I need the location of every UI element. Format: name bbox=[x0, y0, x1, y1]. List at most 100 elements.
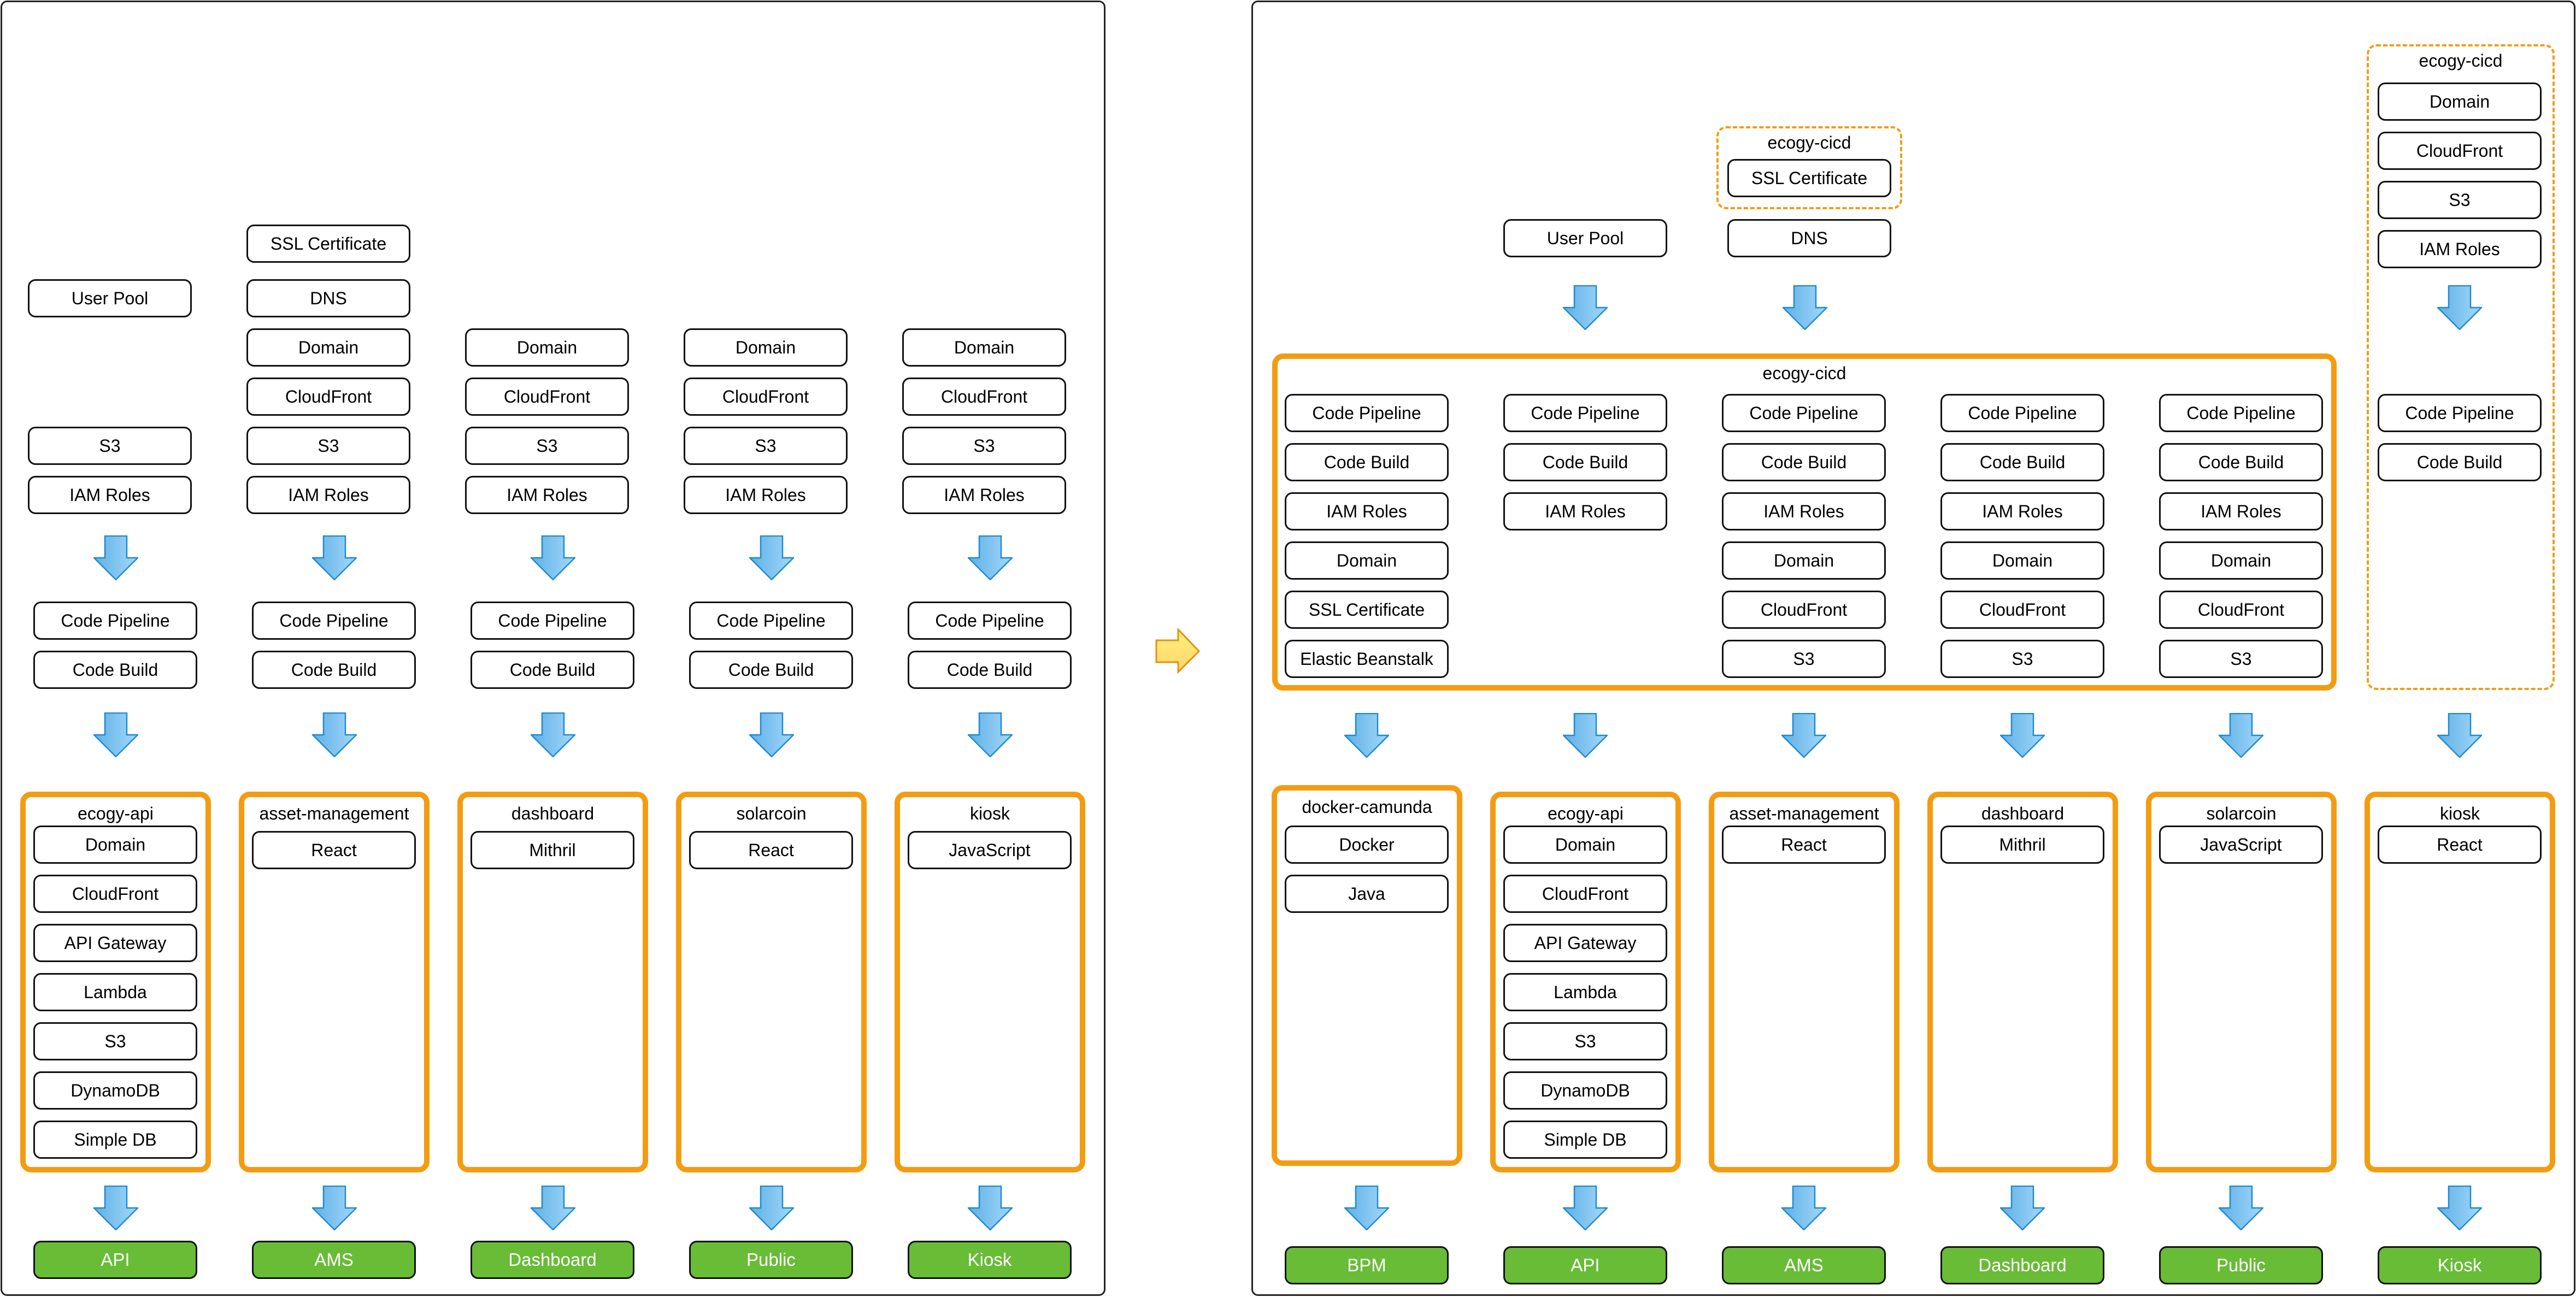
repo-title: solarcoin bbox=[2206, 804, 2277, 823]
down-arrow-icon bbox=[312, 712, 357, 757]
down-arrow-icon bbox=[93, 1186, 138, 1230]
before-user-pool-box: User Pool bbox=[28, 279, 192, 317]
down-arrow-icon bbox=[749, 535, 794, 580]
cicd-item-box: Domain bbox=[1940, 541, 2104, 580]
before-domain-box: Domain bbox=[465, 328, 629, 367]
cicd-item-box: Domain bbox=[2159, 541, 2323, 580]
repo-item-box: Lambda bbox=[1503, 973, 1667, 1011]
down-arrow-icon bbox=[93, 535, 138, 580]
before-domain-box: Domain bbox=[902, 328, 1066, 367]
before-cloudfront-box: CloudFront bbox=[902, 378, 1066, 416]
repo-item-box: React bbox=[252, 831, 416, 869]
before-code-build-box: Code Build bbox=[252, 651, 416, 689]
output-public: Public bbox=[2159, 1246, 2323, 1284]
after-s3-box: S3 bbox=[2378, 181, 2542, 219]
before-s3-box: S3 bbox=[465, 427, 629, 465]
before-cloudfront-box: CloudFront bbox=[684, 378, 848, 416]
down-arrow-icon bbox=[1563, 285, 1608, 330]
down-arrow-icon bbox=[749, 1186, 794, 1230]
down-arrow-icon bbox=[312, 1186, 357, 1230]
down-arrow-icon bbox=[2437, 1186, 2482, 1230]
before-iam-roles-box: IAM Roles bbox=[684, 476, 848, 514]
repo-item-box: CloudFront bbox=[1503, 875, 1667, 913]
repo-item-box: DynamoDB bbox=[33, 1071, 197, 1110]
before-domain-box: Domain bbox=[684, 328, 848, 367]
repo-item-box: DynamoDB bbox=[1503, 1071, 1667, 1110]
cicd-item-box: IAM Roles bbox=[1722, 492, 1886, 530]
output-api: API bbox=[1503, 1246, 1667, 1284]
down-arrow-icon bbox=[968, 1186, 1013, 1230]
repo-title: ecogy-api bbox=[78, 804, 154, 823]
cicd-item-box: Code Pipeline bbox=[1722, 394, 1886, 432]
down-arrow-icon bbox=[93, 712, 138, 757]
cicd-item-box: CloudFront bbox=[2159, 591, 2323, 629]
down-arrow-icon bbox=[1344, 713, 1389, 758]
output-kiosk: Kiosk bbox=[2378, 1246, 2542, 1284]
before-code-build-box: Code Build bbox=[33, 651, 197, 689]
cicd-item-box: IAM Roles bbox=[1503, 492, 1667, 530]
down-arrow-icon bbox=[2437, 285, 2482, 330]
repo-item-box: Domain bbox=[33, 826, 197, 864]
after-cloudfront-box: CloudFront bbox=[2378, 132, 2542, 170]
cicd-item-box: IAM Roles bbox=[1940, 492, 2104, 530]
down-arrow-icon bbox=[2437, 713, 2482, 758]
repo-title: asset-management bbox=[1729, 804, 1879, 823]
cicd-item-box: CloudFront bbox=[1722, 591, 1886, 629]
repo-item-box: CloudFront bbox=[33, 875, 197, 913]
down-arrow-icon bbox=[312, 535, 357, 580]
before-s3-box: S3 bbox=[28, 427, 192, 465]
repo-title: kiosk bbox=[2440, 804, 2480, 823]
repo-title: ecogy-api bbox=[1548, 804, 1624, 823]
cicd-item-box: S3 bbox=[2159, 640, 2323, 678]
output-bpm: BPM bbox=[1285, 1246, 1449, 1284]
output-api: API bbox=[33, 1241, 197, 1279]
repo-item-box: S3 bbox=[33, 1022, 197, 1060]
repo-item-box: Simple DB bbox=[33, 1121, 197, 1159]
cicd-item-box: Code Pipeline bbox=[2159, 394, 2323, 432]
repo-title: asset-management bbox=[259, 804, 409, 823]
cicd-item-box: SSL Certificate bbox=[1285, 591, 1449, 629]
cicd-item-box: Code Build bbox=[1722, 443, 1886, 481]
down-arrow-icon bbox=[2000, 1186, 2045, 1230]
cicd-item-box: Code Build bbox=[1940, 443, 2104, 481]
repo-item-box: JavaScript bbox=[2159, 826, 2323, 864]
before-code-pipeline-box: Code Pipeline bbox=[689, 602, 853, 640]
down-arrow-icon bbox=[968, 535, 1013, 580]
before-code-build-box: Code Build bbox=[689, 651, 853, 689]
repo-item-box: JavaScript bbox=[908, 831, 1072, 869]
down-arrow-icon bbox=[531, 1186, 575, 1230]
output-dashboard: Dashboard bbox=[1940, 1246, 2104, 1284]
after-user-pool-box: User Pool bbox=[1503, 219, 1667, 257]
before-code-pipeline-box: Code Pipeline bbox=[252, 602, 416, 640]
cicd-item-box: Elastic Beanstalk bbox=[1285, 640, 1449, 678]
cicd-item-box: S3 bbox=[1722, 640, 1886, 678]
output-ams: AMS bbox=[1722, 1246, 1886, 1284]
cicd-item-box: CloudFront bbox=[1940, 591, 2104, 629]
before-code-build-box: Code Build bbox=[908, 651, 1072, 689]
repo-title: dashboard bbox=[511, 804, 595, 823]
group-title: ecogy-cicd bbox=[1762, 363, 1846, 383]
down-arrow-icon bbox=[2219, 1186, 2263, 1230]
before-s3-box: S3 bbox=[684, 427, 848, 465]
before-s3-box: S3 bbox=[902, 427, 1066, 465]
repo-title: dashboard bbox=[1981, 804, 2065, 823]
before-s3-box: S3 bbox=[246, 427, 410, 465]
before-code-pipeline-box: Code Pipeline bbox=[908, 602, 1072, 640]
before-cloudfront-box: CloudFront bbox=[465, 378, 629, 416]
down-arrow-icon bbox=[531, 712, 575, 757]
group-title: ecogy-cicd bbox=[2419, 51, 2503, 70]
before-iam-roles-box: IAM Roles bbox=[465, 476, 629, 514]
repo-item-box: Lambda bbox=[33, 973, 197, 1011]
after-ssl-certificate-box: SSL Certificate bbox=[1727, 159, 1891, 197]
repo-item-box: React bbox=[1722, 826, 1886, 864]
output-dashboard: Dashboard bbox=[470, 1241, 634, 1279]
cicd-item-box: Code Pipeline bbox=[1940, 394, 2104, 432]
repo-item-box: Java bbox=[1285, 875, 1449, 913]
repo-item-box: API Gateway bbox=[1503, 924, 1667, 962]
cicd-item-box: Code Pipeline bbox=[1285, 394, 1449, 432]
repo-item-box: React bbox=[689, 831, 853, 869]
before-code-build-box: Code Build bbox=[470, 651, 634, 689]
cicd-item-box: Code Build bbox=[1503, 443, 1667, 481]
down-arrow-icon bbox=[1563, 713, 1608, 758]
down-arrow-icon bbox=[2219, 713, 2263, 758]
